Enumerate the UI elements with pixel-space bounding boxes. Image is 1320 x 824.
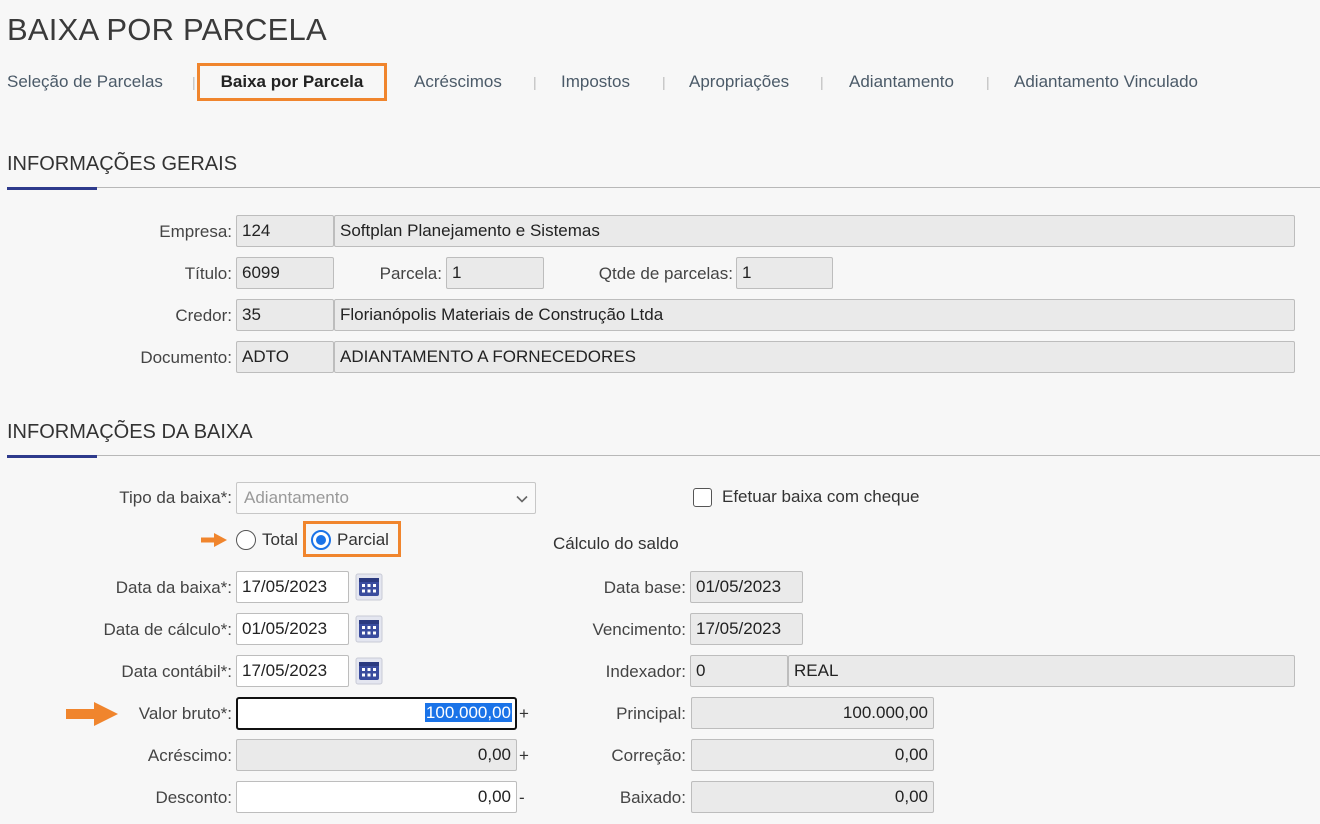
calendar-icon[interactable] bbox=[353, 655, 385, 687]
documento-name-field: ADIANTAMENTO A FORNECEDORES bbox=[334, 341, 1295, 373]
calendar-icon[interactable] bbox=[353, 571, 385, 603]
documento-code-field: ADTO bbox=[236, 341, 334, 373]
section-divider bbox=[7, 187, 1320, 188]
documento-label: Documento: bbox=[140, 348, 232, 367]
credor-name-field: Florianópolis Materiais de Construção Lt… bbox=[334, 299, 1295, 331]
tab-baixa-por-parcela[interactable]: Baixa por Parcela bbox=[197, 63, 387, 101]
credor-label: Credor: bbox=[175, 306, 232, 325]
acrescimo-field: 0,00 bbox=[236, 739, 517, 771]
vencimento-label: Vencimento: bbox=[592, 620, 686, 639]
qtde-parcelas-field: 1 bbox=[736, 257, 833, 289]
chevron-down-icon bbox=[516, 495, 528, 503]
plus-sign: + bbox=[519, 746, 529, 765]
radio-parcial-label: Parcial bbox=[337, 530, 389, 549]
parcela-label: Parcela: bbox=[379, 264, 442, 283]
desconto-label: Desconto: bbox=[155, 788, 232, 807]
cheque-checkbox[interactable] bbox=[693, 488, 712, 507]
plus-sign: + bbox=[519, 704, 529, 723]
arrow-right-icon bbox=[201, 533, 227, 547]
data-calculo-label: Data de cálculo*: bbox=[103, 620, 232, 639]
desconto-input[interactable]: 0,00 bbox=[236, 781, 517, 813]
radio-parcial[interactable] bbox=[311, 530, 331, 550]
tab-acrescimos[interactable]: Acréscimos bbox=[414, 72, 502, 92]
correcao-label: Correção: bbox=[611, 746, 686, 765]
acrescimo-label: Acréscimo: bbox=[147, 746, 232, 765]
section-accent-bar bbox=[7, 455, 97, 458]
principal-label: Principal: bbox=[616, 704, 686, 723]
calendar-icon[interactable] bbox=[353, 613, 385, 645]
tipo-baixa-select[interactable]: Adiantamento bbox=[236, 482, 536, 514]
data-contabil-label: Data contábil*: bbox=[121, 662, 232, 681]
section-divider bbox=[7, 455, 1320, 456]
valor-bruto-input[interactable]: 100.000,00 bbox=[236, 697, 517, 730]
empresa-name-field: Softplan Planejamento e Sistemas bbox=[334, 215, 1295, 247]
tab-adiantamento[interactable]: Adiantamento bbox=[849, 72, 954, 92]
tab-adiantamento-vinculado[interactable]: Adiantamento Vinculado bbox=[1014, 72, 1198, 92]
indexador-name-field: REAL bbox=[788, 655, 1295, 687]
principal-field: 100.000,00 bbox=[691, 697, 934, 729]
tab-separator: | bbox=[820, 74, 824, 90]
indexador-label: Indexador: bbox=[605, 662, 686, 681]
credor-code-field: 35 bbox=[236, 299, 334, 331]
data-contabil-input[interactable]: 17/05/2023 bbox=[236, 655, 349, 687]
radio-total-label: Total bbox=[262, 530, 298, 549]
valor-bruto-label: Valor bruto*: bbox=[138, 704, 232, 723]
data-baixa-label: Data da baixa*: bbox=[115, 578, 232, 597]
section-title-baixa: INFORMAÇÕES DA BAIXA bbox=[7, 421, 253, 443]
empresa-code-field: 124 bbox=[236, 215, 334, 247]
parcela-field: 1 bbox=[446, 257, 544, 289]
baixado-label: Baixado: bbox=[619, 788, 686, 807]
page-title: BAIXA POR PARCELA bbox=[7, 12, 327, 47]
titulo-field: 6099 bbox=[236, 257, 334, 289]
radio-total[interactable] bbox=[236, 530, 256, 550]
tab-separator: | bbox=[986, 74, 990, 90]
data-baixa-input[interactable]: 17/05/2023 bbox=[236, 571, 349, 603]
tipo-baixa-label: Tipo da baixa*: bbox=[119, 488, 232, 507]
indexador-code-field: 0 bbox=[690, 655, 788, 687]
data-calculo-input[interactable]: 01/05/2023 bbox=[236, 613, 349, 645]
titulo-label: Título: bbox=[184, 264, 232, 283]
data-base-field: 01/05/2023 bbox=[690, 571, 803, 603]
tab-impostos[interactable]: Impostos bbox=[561, 72, 630, 92]
arrow-right-icon bbox=[66, 702, 118, 726]
tab-apropriacoes[interactable]: Apropriações bbox=[689, 72, 789, 92]
valor-bruto-value: 100.000,00 bbox=[424, 703, 512, 722]
minus-sign: - bbox=[519, 788, 525, 807]
tab-separator: | bbox=[662, 74, 666, 90]
data-base-label: Data base: bbox=[603, 578, 686, 597]
section-accent-bar bbox=[7, 187, 97, 190]
empresa-label: Empresa: bbox=[159, 222, 232, 241]
correcao-field: 0,00 bbox=[691, 739, 934, 771]
tab-separator: | bbox=[533, 74, 537, 90]
section-title-gerais: INFORMAÇÕES GERAIS bbox=[7, 153, 238, 175]
calculo-saldo-title: Cálculo do saldo bbox=[553, 534, 679, 553]
tab-separator: | bbox=[192, 74, 196, 90]
cheque-label: Efetuar baixa com cheque bbox=[722, 487, 920, 506]
qtde-parcelas-label: Qtde de parcelas: bbox=[598, 264, 733, 283]
tipo-baixa-value: Adiantamento bbox=[244, 488, 349, 507]
vencimento-field: 17/05/2023 bbox=[690, 613, 803, 645]
baixado-field: 0,00 bbox=[691, 781, 934, 813]
tab-selecao-parcelas[interactable]: Seleção de Parcelas bbox=[7, 72, 163, 92]
tab-label: Baixa por Parcela bbox=[220, 72, 364, 91]
